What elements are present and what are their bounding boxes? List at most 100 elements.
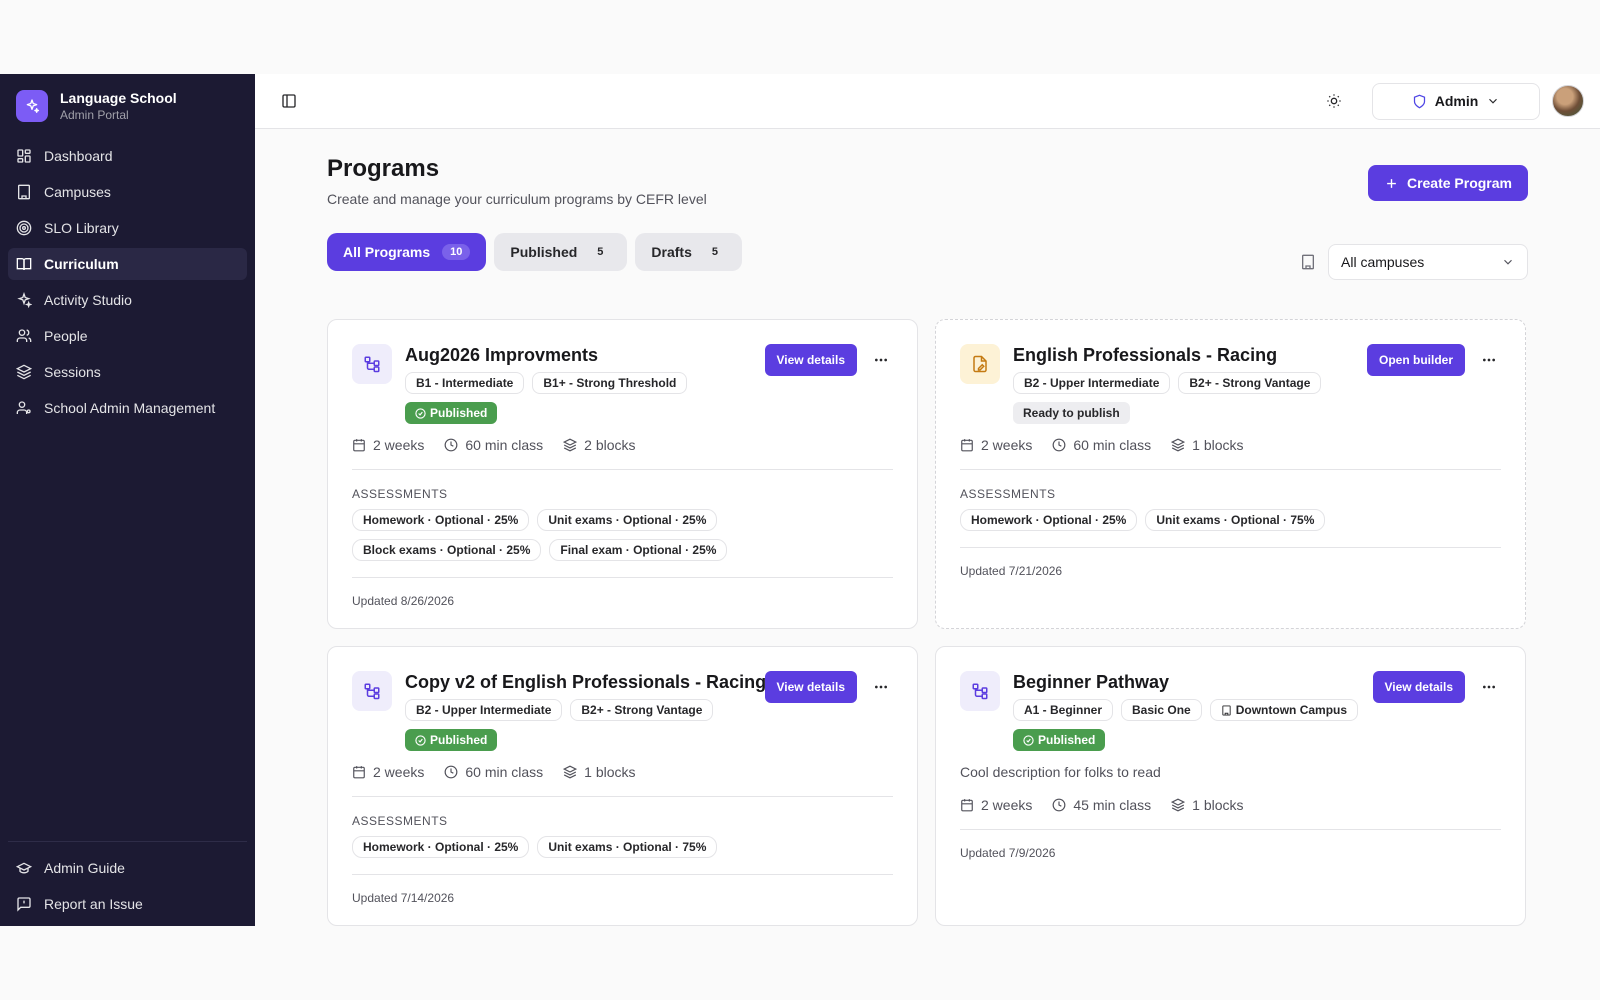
view-details-button[interactable]: View details (1372, 671, 1465, 703)
open-builder-button[interactable]: Open builder (1366, 344, 1465, 376)
assessments-heading: ASSESSMENTS (352, 487, 448, 501)
layers-icon (1171, 798, 1186, 812)
brand[interactable]: Language School Admin Portal (8, 74, 247, 136)
brand-name: Language School (60, 90, 177, 106)
tab-all-programs[interactable]: All Programs 10 (327, 233, 487, 271)
user-cog-icon (16, 401, 31, 414)
more-options-icon[interactable] (1477, 675, 1501, 699)
sidebar-item-label: Report an Issue (44, 896, 143, 912)
class-length: 60 min class (1073, 437, 1152, 453)
divider (352, 796, 893, 797)
program-title: Copy v2 of English Professionals - Racin… (405, 672, 767, 692)
app-window: Language School Admin Portal Dashboard C… (0, 74, 1600, 926)
tab-count-badge: 5 (597, 246, 604, 258)
program-title: English Professionals - Racing (1013, 345, 1278, 365)
assessment-tag: Unit exams · Optional · 75% (537, 836, 718, 858)
level-tag: B2 - Upper Intermediate (1013, 372, 1171, 394)
view-details-button[interactable]: View details (764, 671, 857, 703)
more-options-icon[interactable] (869, 675, 893, 699)
plus-icon (1387, 178, 1396, 188)
status-label: Published (430, 733, 488, 747)
sidebar-item-dashboard[interactable]: Dashboard (8, 140, 247, 172)
class-length: 45 min class (1073, 797, 1152, 813)
more-options-icon[interactable] (869, 348, 893, 372)
assessments-heading: ASSESSMENTS (960, 487, 1056, 501)
sidebar-item-admin-guide[interactable]: Admin Guide (8, 852, 247, 884)
level-tag: B2 - Upper Intermediate (405, 699, 563, 721)
tab-drafts[interactable]: Drafts 5 (635, 233, 743, 271)
sidebar: Language School Admin Portal Dashboard C… (0, 74, 255, 926)
campus-tag-label: Downtown Campus (1235, 703, 1348, 717)
theme-toggle-button[interactable] (1318, 85, 1350, 117)
book-icon (16, 258, 32, 271)
create-program-button[interactable]: Create Program (1367, 165, 1528, 201)
workflow-icon (352, 344, 392, 384)
create-program-label: Create Program (1406, 175, 1512, 191)
updated-date: Updated 8/26/2026 (352, 594, 455, 608)
sidebar-item-campuses[interactable]: Campuses (8, 176, 247, 208)
level-tag: Basic One (1121, 699, 1202, 721)
sidebar-item-label: SLO Library (44, 220, 119, 236)
assessment-tag: Homework · Optional · 25% (352, 509, 530, 531)
updated-date: Updated 7/9/2026 (960, 846, 1056, 860)
campus-select[interactable]: All campuses (1328, 244, 1528, 280)
duration: 2 weeks (981, 437, 1033, 453)
program-grid: Aug2026 Improvments B1 - Intermediate B1… (327, 319, 1528, 926)
sidebar-item-people[interactable]: People (8, 320, 247, 352)
view-details-button[interactable]: View details (764, 344, 857, 376)
sidebar-toggle-button[interactable] (275, 87, 303, 115)
sidebar-item-label: Activity Studio (44, 292, 132, 308)
status-label: Published (430, 406, 488, 420)
sidebar-item-school-admin-management[interactable]: School Admin Management (8, 392, 247, 424)
sidebar-item-curriculum[interactable]: Curriculum (8, 248, 247, 280)
duration: 2 weeks (981, 797, 1033, 813)
status-badge: Published (405, 402, 498, 424)
sidebar-item-label: Curriculum (44, 256, 119, 272)
campus-tag: Downtown Campus (1209, 699, 1359, 721)
sidebar-item-report-issue[interactable]: Report an Issue (8, 888, 247, 920)
assessments-heading: ASSESSMENTS (352, 814, 448, 828)
divider (960, 829, 1501, 830)
sun-icon (1327, 94, 1341, 108)
sidebar-item-slo-library[interactable]: SLO Library (8, 212, 247, 244)
sidebar-item-label: Dashboard (44, 148, 113, 164)
sidebar-item-label: School Admin Management (44, 400, 216, 416)
block-count: 1 blocks (1192, 437, 1244, 453)
status-badge: Published (405, 729, 498, 751)
role-switcher-button[interactable]: Admin (1372, 82, 1540, 120)
tab-count-badge: 5 (711, 246, 719, 258)
more-options-icon[interactable] (1477, 348, 1501, 372)
sidebar-item-activity-studio[interactable]: Activity Studio (8, 284, 247, 316)
check-circle-icon (415, 734, 426, 746)
sparkles-icon (17, 292, 32, 308)
tab-published[interactable]: Published 5 (494, 233, 628, 271)
sidebar-item-label: Admin Guide (44, 860, 125, 876)
program-card: Copy v2 of English Professionals - Racin… (327, 646, 918, 926)
layers-icon (563, 438, 578, 452)
building-icon (1222, 704, 1231, 716)
assessment-tag: Homework · Optional · 25% (960, 509, 1138, 531)
assessment-tag: Unit exams · Optional · 75% (1145, 509, 1326, 531)
brand-subtitle: Admin Portal (60, 108, 129, 122)
shield-icon (1413, 94, 1425, 108)
assessment-tag: Homework · Optional · 25% (352, 836, 530, 858)
program-card: Beginner Pathway A1 - Beginner Basic One… (935, 646, 1526, 926)
check-circle-icon (415, 407, 426, 419)
avatar[interactable] (1552, 85, 1584, 117)
program-description: Cool description for folks to read (960, 764, 1161, 780)
program-card: Aug2026 Improvments B1 - Intermediate B1… (327, 319, 918, 629)
level-tag: B2+ - Strong Vantage (1178, 372, 1322, 394)
layers-icon (1171, 438, 1186, 452)
sidebar-item-sessions[interactable]: Sessions (8, 356, 247, 388)
updated-date: Updated 7/21/2026 (960, 564, 1063, 578)
block-count: 1 blocks (1192, 797, 1244, 813)
updated-date: Updated 7/14/2026 (352, 891, 455, 905)
calendar-icon (353, 439, 365, 452)
topbar: Admin (255, 74, 1600, 129)
grid-icon (17, 149, 31, 163)
divider (960, 469, 1501, 470)
divider (352, 469, 893, 470)
assessment-tag: Block exams · Optional · 25% (352, 539, 542, 561)
program-title: Beginner Pathway (1013, 672, 1170, 692)
page-title: Programs (327, 155, 440, 182)
